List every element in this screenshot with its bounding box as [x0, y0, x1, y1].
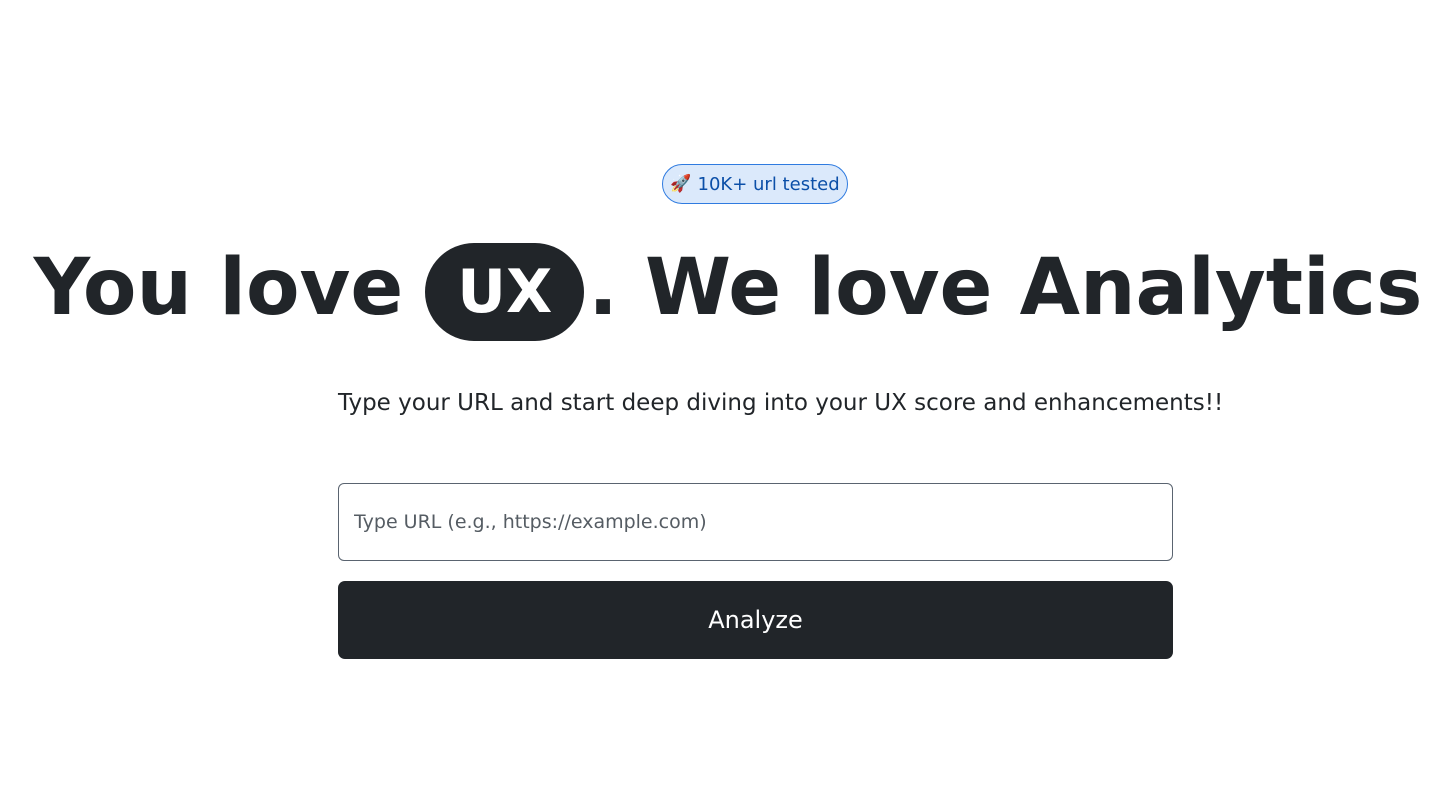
url-input[interactable]	[338, 483, 1173, 561]
analyze-button[interactable]: Analyze	[338, 581, 1173, 659]
headline-highlight-pill: UX	[425, 243, 585, 341]
rocket-icon: 🚀	[670, 173, 692, 194]
landing-page: 🚀 10K+ url tested You love UX . We love …	[0, 0, 1456, 792]
hero-subtitle: Type your URL and start deep diving into…	[338, 390, 1224, 416]
badge-label: 10K+ url tested	[697, 173, 840, 195]
headline-part-2: . We love Analytics	[588, 243, 1423, 333]
hero-headline: You love UX . We love Analytics	[0, 228, 1456, 348]
url-count-badge: 🚀 10K+ url tested	[662, 164, 848, 204]
headline-part-1: You love	[33, 243, 404, 333]
